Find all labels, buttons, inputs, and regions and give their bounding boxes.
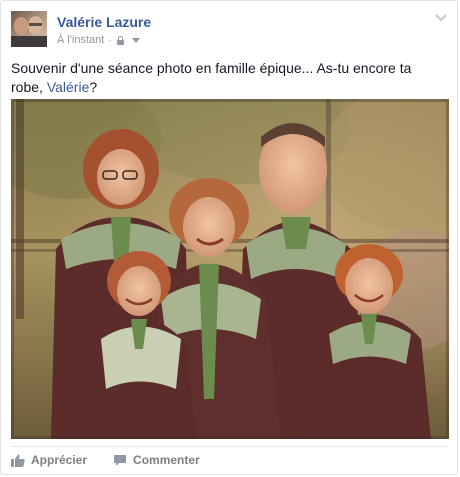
like-button[interactable]: Apprécier [11,453,87,467]
mention-link[interactable]: Valérie [47,79,90,95]
thumbs-up-icon [11,454,25,467]
facebook-post: Valérie Lazure À l'instant · Souvenir d'… [0,0,458,475]
comment-icon [114,454,127,466]
lock-icon [116,35,125,45]
post-photo[interactable] [11,99,449,439]
author-name[interactable]: Valérie Lazure [57,14,151,30]
post-actions: Apprécier Commenter [11,446,447,473]
chevron-down-icon[interactable] [435,13,447,23]
comment-label: Commenter [133,453,200,467]
separator-dot: · [108,34,112,46]
comment-button[interactable]: Commenter [113,453,200,467]
post-text-end: ? [89,79,98,95]
author-avatar[interactable] [11,11,47,47]
privacy-caret-icon[interactable] [131,37,140,43]
post-text: Souvenir d'une séance photo en famille é… [11,59,447,97]
timestamp[interactable]: À l'instant [57,34,104,46]
family-photo-image [11,99,449,439]
like-label: Apprécier [31,453,88,467]
post-meta: À l'instant · [57,34,140,46]
post-header: Valérie Lazure À l'instant · [11,11,447,51]
